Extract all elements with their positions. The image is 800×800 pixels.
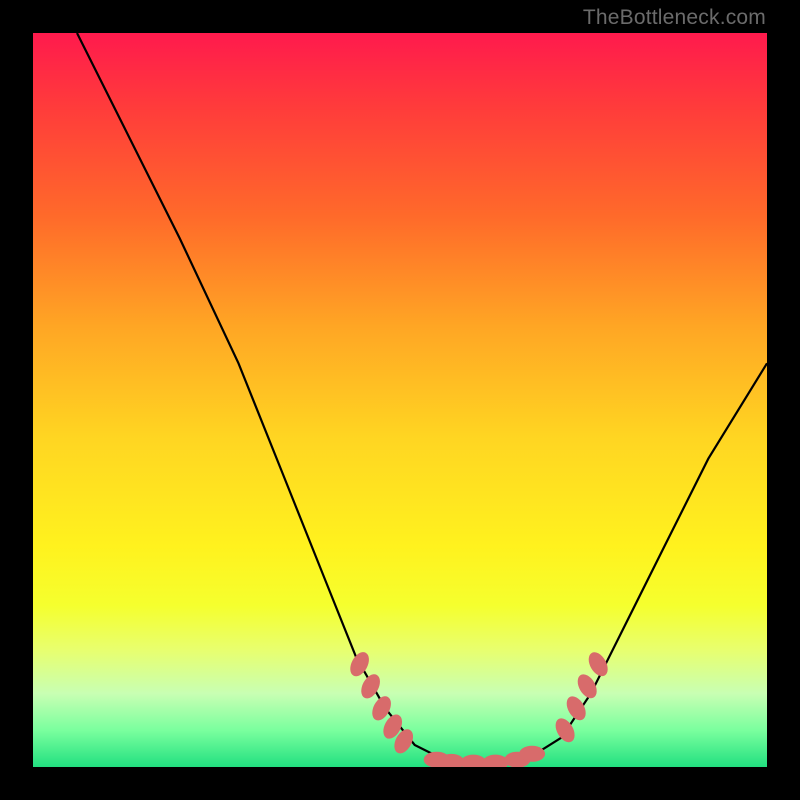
highlight-dot xyxy=(482,755,508,767)
highlight-dot xyxy=(460,755,486,767)
watermark-label: TheBottleneck.com xyxy=(583,6,766,30)
chart-container: TheBottleneck.com xyxy=(0,0,800,800)
highlight-dot xyxy=(519,746,545,762)
highlight-dot xyxy=(563,693,590,724)
highlight-dot xyxy=(585,649,612,680)
highlight-dot xyxy=(574,671,601,702)
plot-area xyxy=(33,33,767,767)
highlight-dot xyxy=(346,649,372,679)
bottleneck-curve xyxy=(33,33,767,767)
